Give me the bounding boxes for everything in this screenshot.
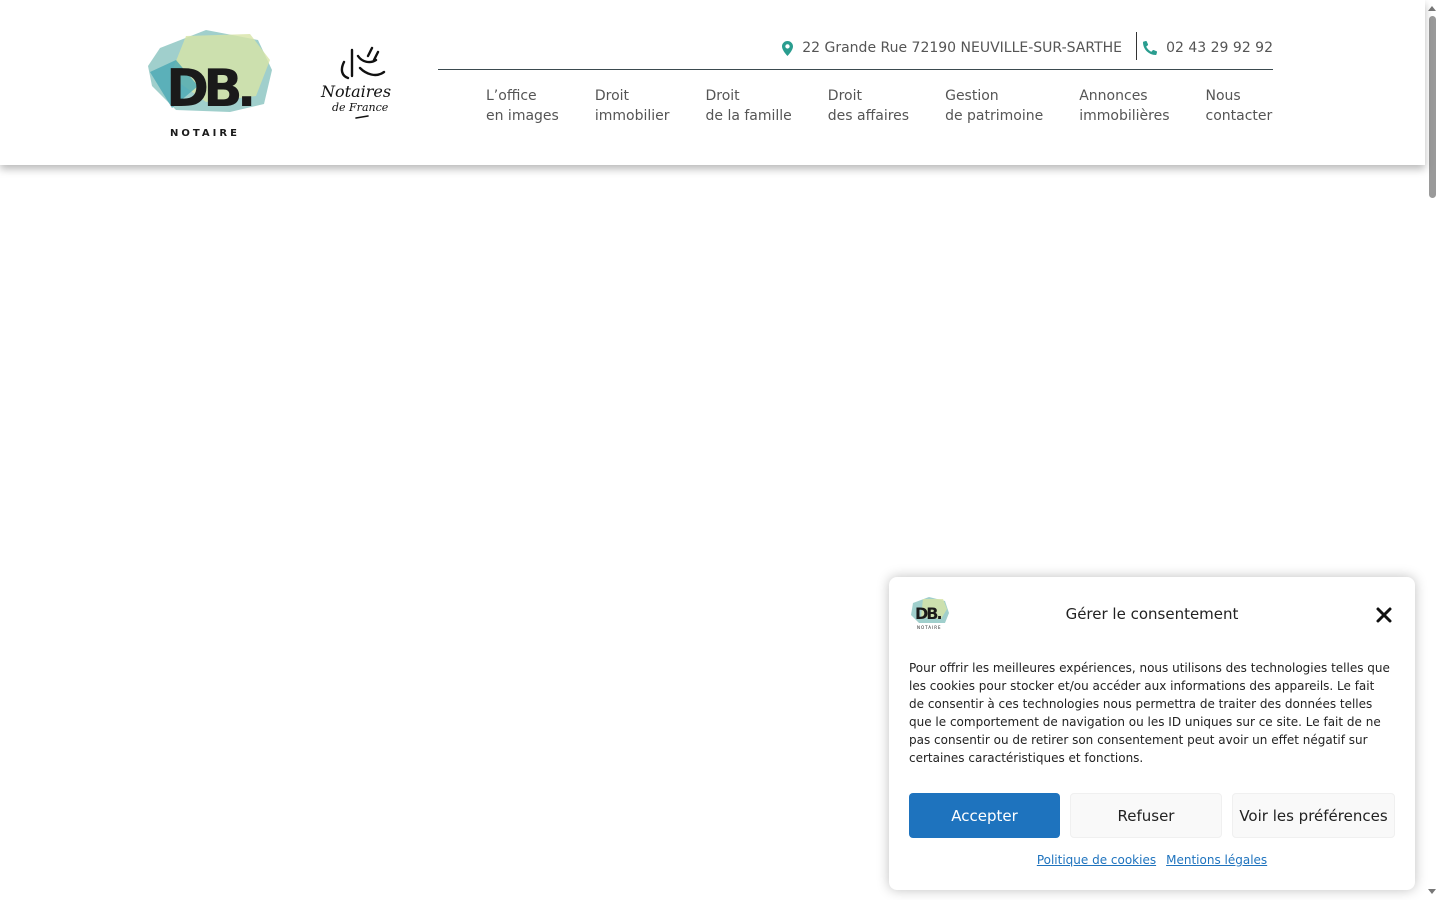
- nav-item-office-en-images[interactable]: L’office en images: [486, 86, 559, 126]
- page-scrollbar[interactable]: [1425, 0, 1440, 900]
- notaires-de-france-logo[interactable]: Notaires de France: [318, 42, 406, 124]
- site-header: DB. NOTAIRE Notaires de France 22 Grande…: [0, 0, 1425, 165]
- nav-item-line1: L’office: [486, 88, 537, 104]
- cookie-consent-modal: DB. NOTAIRE Gérer le consentement Pour o…: [889, 577, 1415, 890]
- nav-item-line1: Droit: [827, 88, 862, 104]
- contact-bar: 22 Grande Rue 72190 NEUVILLE-SUR-SARTHE …: [438, 28, 1273, 70]
- small-logo-subtext: NOTAIRE: [917, 625, 942, 630]
- nav-item-annonces-immobilieres[interactable]: Annonces immobilières: [1079, 86, 1169, 126]
- nav-item-line2: contacter: [1205, 108, 1273, 124]
- close-icon-graphic: [1376, 607, 1392, 623]
- cookie-modal-title: Gérer le consentement: [1065, 605, 1239, 623]
- nav-item-line1: Droit: [705, 88, 740, 104]
- nav-item-nous-contacter[interactable]: Nous contacter: [1206, 86, 1273, 126]
- nav-item-gestion-patrimoine[interactable]: Gestion de patrimoine: [945, 86, 1043, 126]
- cookie-modal-links: Politique de cookies Mentions légales: [889, 853, 1415, 867]
- refuse-button[interactable]: Refuser: [1070, 793, 1222, 838]
- main-nav: L’office en images Droit immobilier Droi…: [486, 86, 1272, 126]
- notaires-logo-line2: de France: [332, 101, 389, 114]
- preferences-button[interactable]: Voir les préférences: [1232, 793, 1395, 838]
- nav-item-line1: Nous: [1205, 88, 1241, 104]
- phone-text: 02 43 29 92 92: [1166, 40, 1273, 56]
- db-notaire-logo[interactable]: DB. NOTAIRE: [146, 26, 274, 142]
- nav-item-line2: de patrimoine: [945, 108, 1044, 124]
- nav-item-line2: immobilier: [594, 108, 670, 124]
- nav-item-line2: immobilières: [1079, 108, 1170, 124]
- scroll-thumb[interactable]: [1429, 16, 1436, 198]
- scroll-down-arrow-icon[interactable]: [1428, 889, 1436, 894]
- scroll-up-arrow-icon[interactable]: [1428, 6, 1436, 11]
- nav-item-droit-immobilier[interactable]: Droit immobilier: [595, 86, 670, 126]
- accept-button[interactable]: Accepter: [909, 793, 1060, 838]
- map-pin-icon: [782, 40, 794, 56]
- nav-item-line2: de la famille: [705, 108, 792, 124]
- phone[interactable]: 02 43 29 92 92: [1143, 38, 1273, 58]
- db-logo-subtext: NOTAIRE: [170, 128, 240, 139]
- nav-item-droit-affaires[interactable]: Droit des affaires: [828, 86, 909, 126]
- db-notaire-logo-graphic: DB. NOTAIRE: [148, 30, 272, 139]
- close-icon[interactable]: [1375, 606, 1393, 624]
- nav-item-line2: en images: [486, 108, 559, 124]
- nav-item-line1: Droit: [594, 88, 630, 104]
- nav-item-line1: Annonces: [1079, 88, 1148, 104]
- phone-icon: [1143, 41, 1158, 55]
- cookie-modal-text: Pour offrir les meilleures expériences, …: [909, 661, 1390, 765]
- notaires-de-france-logo-graphic: Notaires de France: [320, 46, 391, 119]
- nav-item-line2: des affaires: [827, 108, 910, 124]
- legal-notice-link[interactable]: Mentions légales: [1166, 853, 1267, 867]
- notaires-logo-line1: Notaires: [320, 82, 391, 101]
- nav-item-line1: Gestion: [945, 88, 999, 104]
- cookie-policy-link[interactable]: Politique de cookies: [1037, 853, 1156, 867]
- db-logo-letters: DB.: [166, 59, 252, 119]
- address-text: 22 Grande Rue 72190 NEUVILLE-SUR-SARTHE: [802, 40, 1122, 56]
- nav-item-droit-famille[interactable]: Droit de la famille: [706, 86, 792, 126]
- address[interactable]: 22 Grande Rue 72190 NEUVILLE-SUR-SARTHE: [782, 38, 1122, 58]
- contact-divider: [1136, 32, 1137, 60]
